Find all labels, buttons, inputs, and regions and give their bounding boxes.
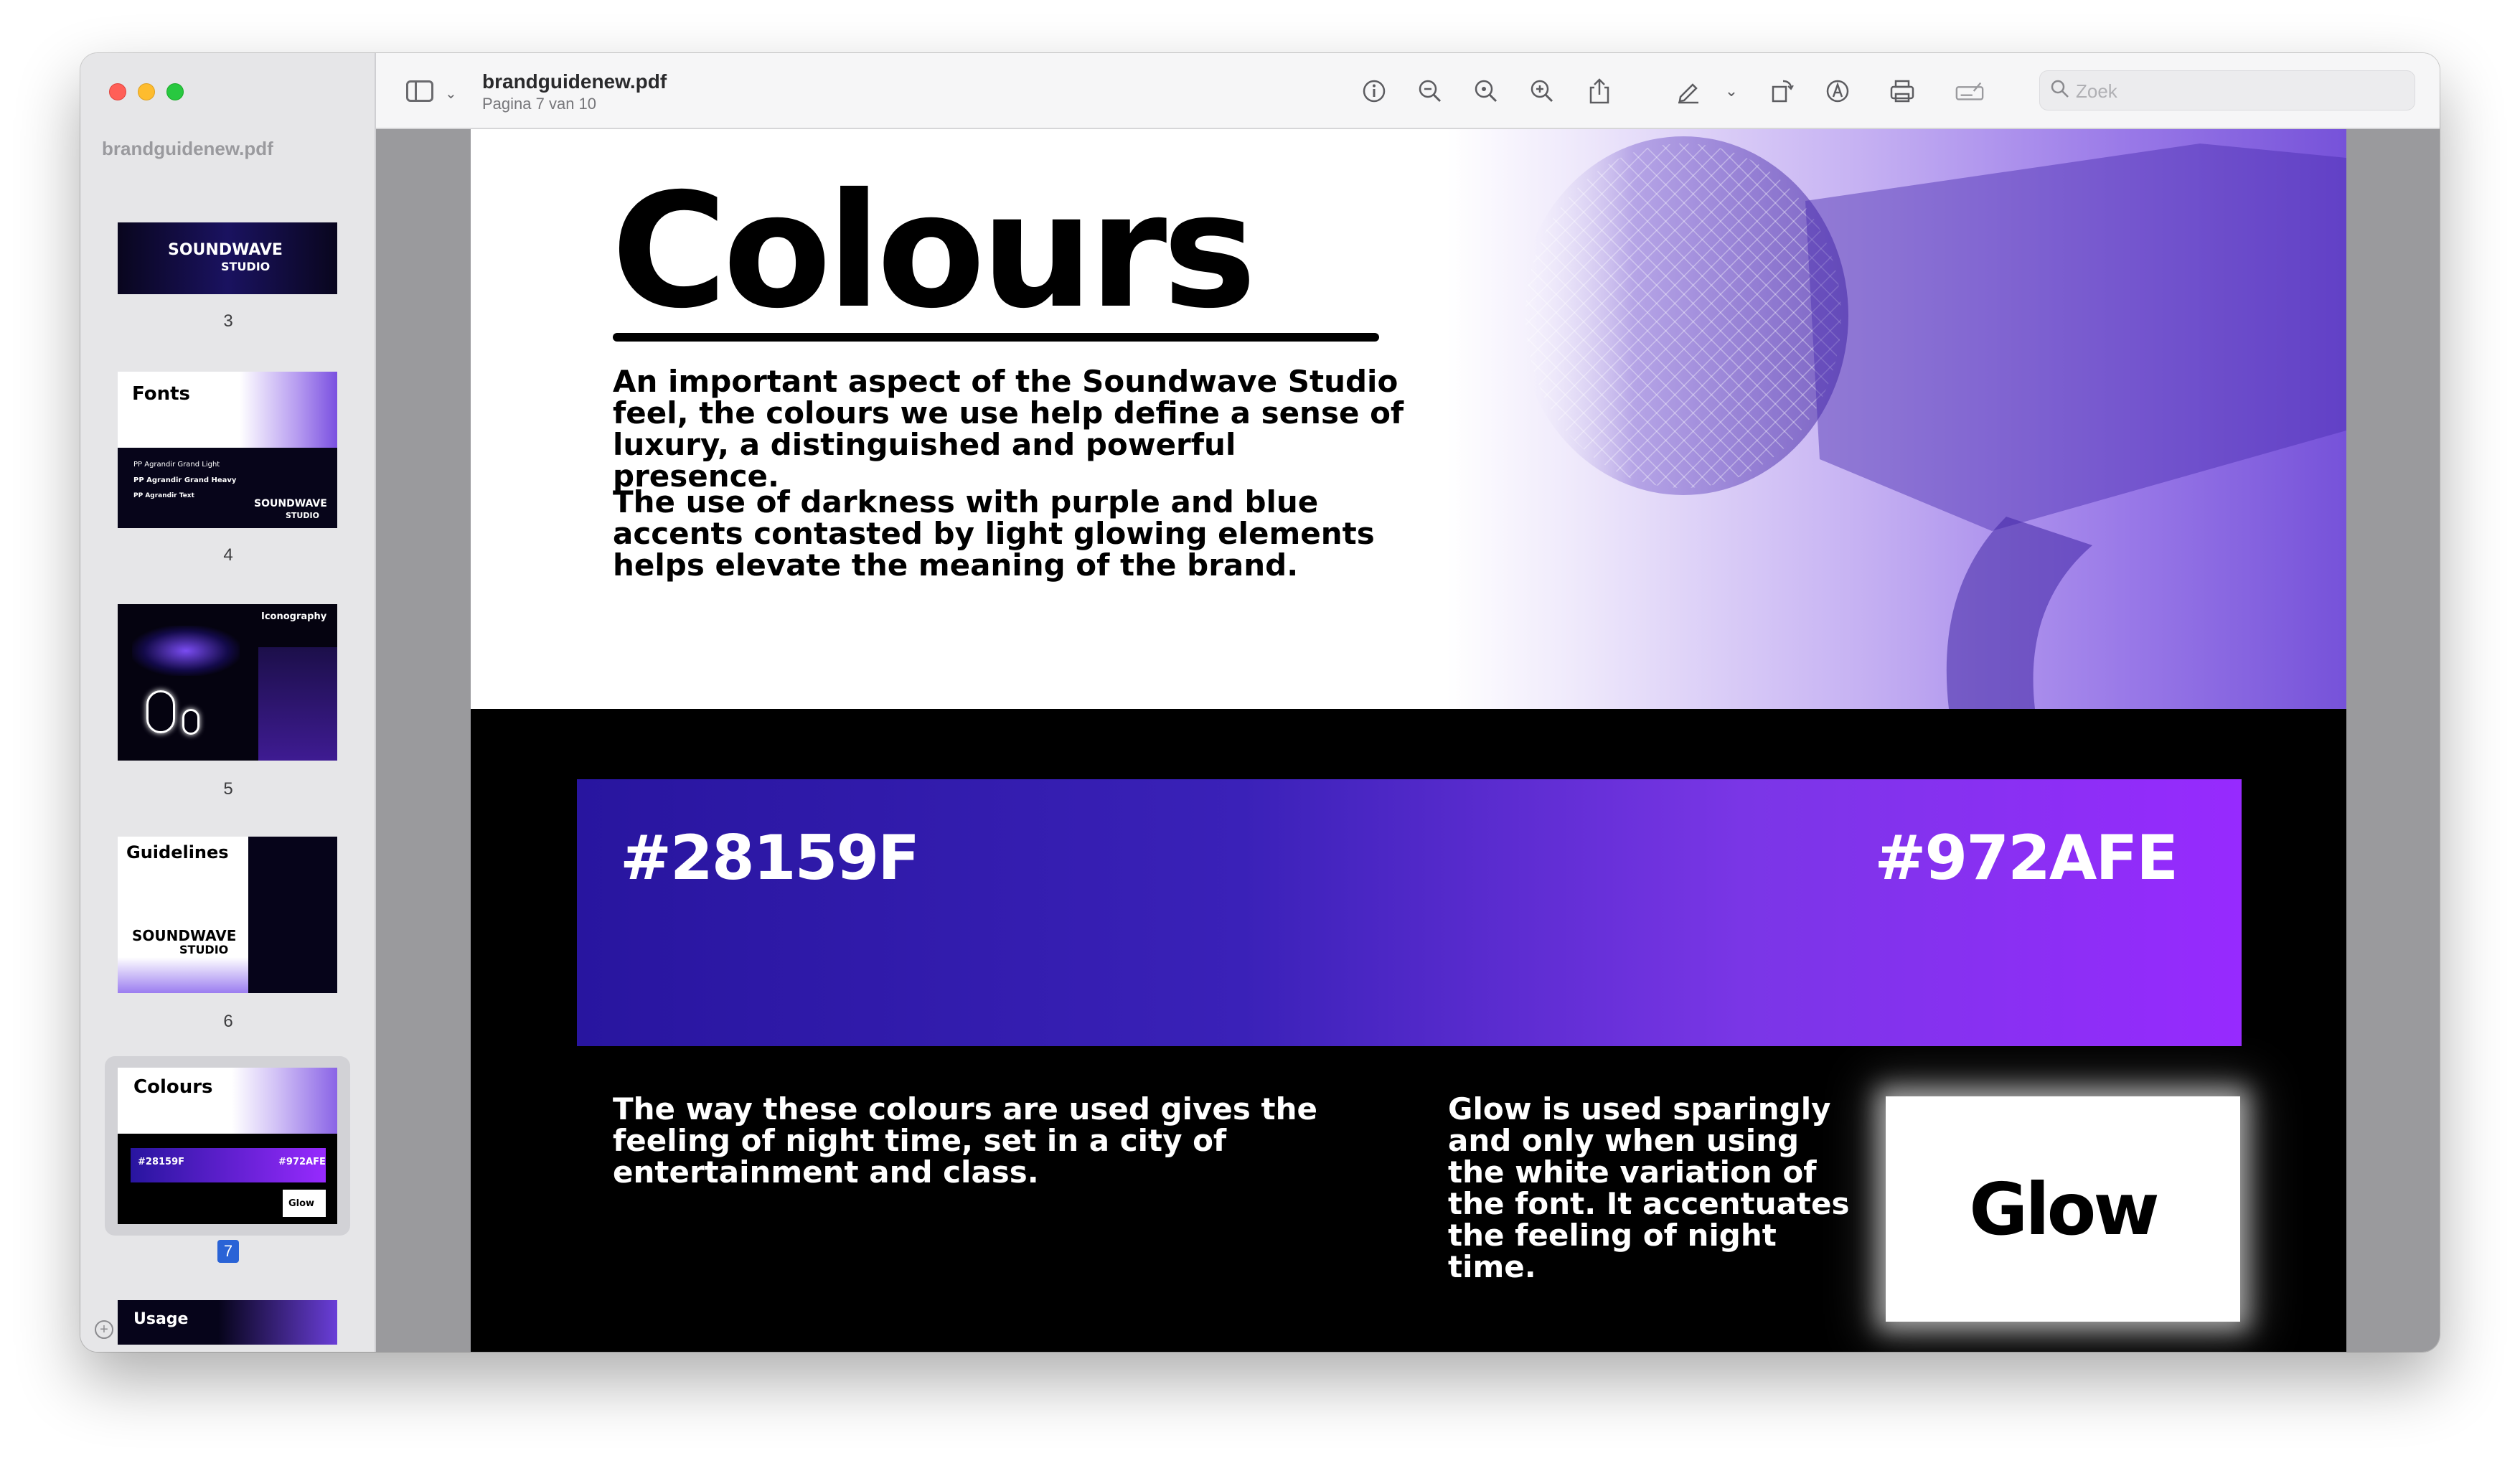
close-window-button[interactable] bbox=[109, 83, 126, 100]
thumbnail-page-7[interactable]: Colours #28159F #972AFE Glow bbox=[118, 1068, 337, 1224]
thumbnail-gradient bbox=[118, 957, 248, 993]
thumbnail-title: Iconography bbox=[261, 611, 327, 622]
pdf-page: Colours An important aspect of the Sound… bbox=[471, 129, 2346, 1352]
thumbnail-page-5[interactable]: Iconography bbox=[118, 604, 337, 761]
zoom-in-icon[interactable] bbox=[1527, 76, 1557, 106]
thumbnail-title: Colours bbox=[133, 1076, 213, 1098]
glow-example-box: Glow bbox=[1886, 1096, 2240, 1322]
thumbnail-text: PP Agrandir Grand Heavy bbox=[133, 476, 237, 484]
thumbnail-page-number: 6 bbox=[223, 1012, 233, 1031]
thumbnail-text: SOUNDWAVE bbox=[168, 241, 283, 259]
thumbnail-text: PP Agrandir Text bbox=[133, 492, 194, 499]
chevron-down-icon[interactable]: ⌄ bbox=[445, 85, 457, 103]
share-icon[interactable] bbox=[1584, 76, 1614, 106]
thumbnail-page-3[interactable]: SOUNDWAVE STUDIO bbox=[118, 222, 337, 294]
night-time-paragraph: The way these colours are used gives the… bbox=[613, 1091, 1317, 1190]
darkness-paragraph: The use of darkness with purple and blue… bbox=[613, 484, 1375, 583]
preview-window: brandguidenew.pdf SOUNDWAVE STUDIO 3 Fon… bbox=[80, 53, 2440, 1352]
annotate-icon[interactable] bbox=[1823, 76, 1853, 106]
zoom-fit-icon[interactable] bbox=[1471, 76, 1501, 106]
mic-icon bbox=[182, 709, 199, 735]
thumbnail-text: Glow bbox=[288, 1198, 315, 1209]
thumbnail-page-4[interactable]: Fonts PP Agrandir Grand Light PP Agrandi… bbox=[118, 372, 337, 528]
thumbnail-text: #28159F bbox=[138, 1157, 184, 1167]
thumbnail-image bbox=[240, 372, 337, 448]
thumbnail-text: STUDIO bbox=[179, 943, 229, 956]
thumbnail-title: Usage bbox=[133, 1310, 189, 1328]
form-fill-icon[interactable] bbox=[1955, 76, 1985, 106]
thumbnail-wave bbox=[132, 626, 240, 676]
toolbar: ⌄ brandguidenew.pdf Pagina 7 van 10 ⌄ bbox=[376, 53, 2440, 129]
chevron-down-icon[interactable]: ⌄ bbox=[1716, 76, 1746, 106]
thumbnail-page-number-selected: 7 bbox=[217, 1240, 239, 1263]
thumbnail-title: Guidelines bbox=[126, 842, 229, 862]
zoom-out-icon[interactable] bbox=[1415, 76, 1445, 106]
colour-gradient-swatch: #28159F #972AFE bbox=[577, 779, 2242, 1046]
thumbnail-page-8[interactable]: Usage bbox=[118, 1300, 337, 1345]
slide-title: Colours bbox=[611, 159, 1256, 343]
thumbnail-text: #972AFE bbox=[278, 1157, 326, 1167]
thumbnail-list[interactable]: SOUNDWAVE STUDIO 3 Fonts PP Agrandir Gra… bbox=[80, 168, 376, 1345]
glow-paragraph: Glow is used sparingly and only when usi… bbox=[1448, 1091, 1850, 1284]
info-icon[interactable] bbox=[1359, 76, 1389, 106]
microphone-icon bbox=[1518, 136, 2346, 709]
thumbnail-text: PP Agrandir Grand Light bbox=[133, 461, 220, 469]
title-divider bbox=[613, 333, 1379, 342]
glow-word: Glow bbox=[1969, 1167, 2159, 1251]
print-icon[interactable] bbox=[1887, 76, 1917, 106]
thumbnail-dark-column bbox=[248, 837, 337, 993]
minimize-window-button[interactable] bbox=[138, 83, 155, 100]
thumbnail-text: SOUNDWAVE bbox=[132, 927, 237, 944]
sidebar-title: brandguidenew.pdf bbox=[102, 138, 273, 159]
search-input[interactable] bbox=[2076, 77, 2406, 105]
thumbnail-page-number: 5 bbox=[223, 779, 233, 799]
thumbnail-text: SOUNDWAVE bbox=[254, 498, 327, 509]
hex-code-dark: #28159F bbox=[620, 822, 920, 894]
thumbnail-page-number: 4 bbox=[223, 545, 233, 565]
thumbnail-text: STUDIO bbox=[221, 260, 271, 273]
sidebar-toggle-icon[interactable] bbox=[406, 80, 433, 102]
markup-pen-icon[interactable] bbox=[1673, 76, 1703, 106]
thumbnail-page-6[interactable]: Guidelines SOUNDWAVE STUDIO bbox=[118, 837, 337, 993]
thumbnail-sidebar: brandguidenew.pdf SOUNDWAVE STUDIO 3 Fon… bbox=[80, 53, 376, 1352]
window-controls bbox=[109, 83, 184, 100]
search-icon bbox=[2050, 79, 2070, 104]
thumbnail-page-number: 3 bbox=[223, 311, 233, 331]
thumbnail-panel bbox=[258, 647, 337, 761]
rotate-icon[interactable] bbox=[1767, 76, 1797, 106]
thumbnail-title: Fonts bbox=[132, 383, 190, 405]
hex-code-light: #972AFE bbox=[1874, 822, 2178, 894]
intro-paragraph: An important aspect of the Soundwave Stu… bbox=[613, 364, 1404, 494]
thumbnail-text: STUDIO bbox=[286, 511, 319, 520]
search-box[interactable] bbox=[2039, 70, 2415, 110]
mic-icon bbox=[146, 690, 175, 733]
zoom-window-button[interactable] bbox=[166, 83, 184, 100]
page-indicator: Pagina 7 van 10 bbox=[482, 95, 597, 113]
slide-top-section: Colours An important aspect of the Sound… bbox=[471, 129, 2346, 709]
document-viewer[interactable]: Colours An important aspect of the Sound… bbox=[376, 129, 2440, 1352]
thumbnail-image bbox=[218, 1300, 337, 1345]
add-page-button[interactable]: + bbox=[95, 1320, 113, 1339]
document-name: brandguidenew.pdf bbox=[482, 70, 667, 93]
